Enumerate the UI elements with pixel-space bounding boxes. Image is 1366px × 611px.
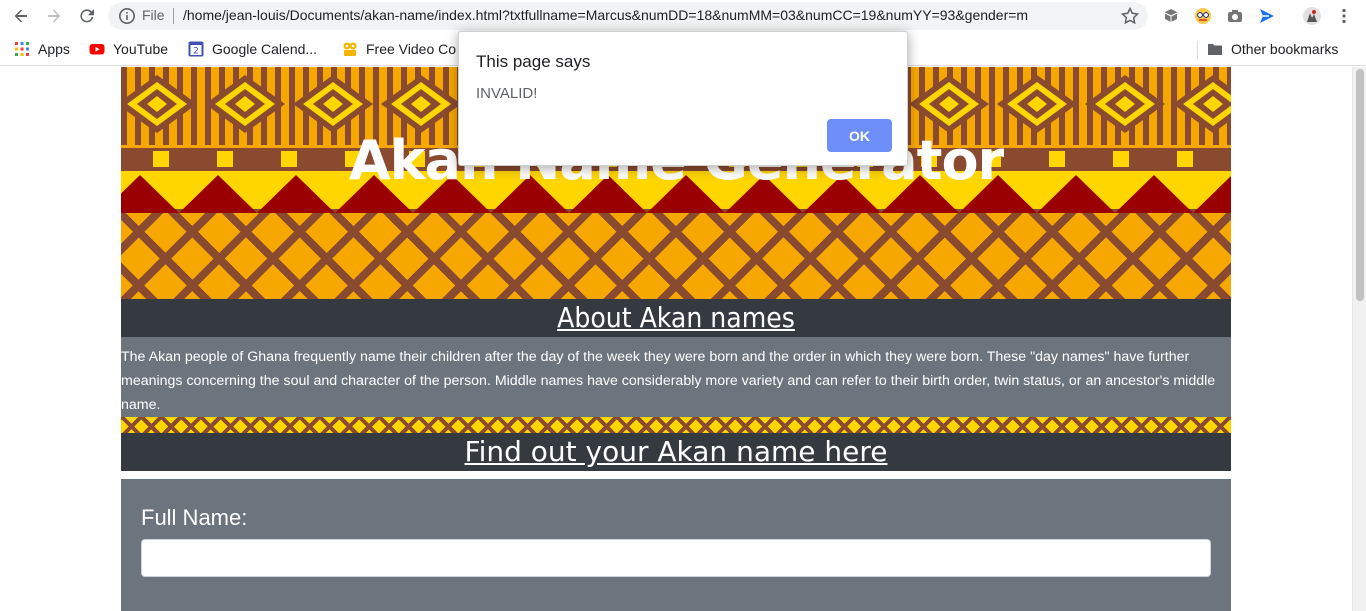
browser-toolbar: File /home/jean-louis/Documents/akan-nam… <box>0 0 1366 32</box>
star-icon[interactable] <box>1120 6 1140 26</box>
bookmarks-divider <box>1197 41 1198 59</box>
url-text[interactable]: /home/jean-louis/Documents/akan-name/ind… <box>183 7 1028 23</box>
bookmark-label: Apps <box>38 41 70 57</box>
about-heading-bar: About Akan names <box>121 299 1231 337</box>
akan-name-form: Full Name: <box>121 479 1231 611</box>
about-section: The Akan people of Ghana frequently name… <box>121 337 1231 417</box>
bookmark-label: Free Video Co <box>366 41 457 57</box>
back-button[interactable] <box>10 5 32 27</box>
dialog-title: This page says <box>476 52 591 71</box>
menu-kebab-icon[interactable] <box>1334 6 1354 26</box>
page-scrollbar[interactable] <box>1352 67 1366 611</box>
info-icon[interactable] <box>118 7 136 25</box>
bookmark-google-calendar[interactable]: 2 Google Calend... <box>188 40 317 58</box>
kente-stripe <box>121 417 1231 433</box>
bookmark-free-video[interactable]: Free Video Co <box>342 40 456 58</box>
reload-icon <box>80 9 94 23</box>
apps-grid-icon <box>15 42 29 56</box>
bookmark-label: YouTube <box>113 41 169 57</box>
extension-face-icon[interactable] <box>1193 6 1213 26</box>
svg-text:2: 2 <box>193 47 199 57</box>
other-bookmarks[interactable]: Other bookmarks <box>1207 40 1338 58</box>
alert-dialog: This page says INVALID! OK <box>458 31 908 166</box>
extension-cube-icon[interactable] <box>1161 6 1181 26</box>
fullname-input[interactable] <box>141 539 1211 577</box>
google-calendar-icon: 2 <box>188 41 204 57</box>
bookmark-label: Google Calend... <box>212 41 318 57</box>
bookmark-apps[interactable]: Apps <box>14 40 70 58</box>
profile-avatar-icon[interactable] <box>1302 6 1322 26</box>
find-heading: Find out your Akan name here <box>464 435 888 468</box>
dialog-message: INVALID! <box>476 85 538 102</box>
reload-button[interactable] <box>76 5 98 27</box>
folder-icon <box>1208 44 1222 55</box>
camera-icon[interactable] <box>1225 6 1245 26</box>
arrow-right-icon <box>48 9 61 23</box>
other-bookmarks-label: Other bookmarks <box>1231 41 1339 57</box>
send-arrow-icon[interactable] <box>1257 6 1277 26</box>
find-heading-bar: Find out your Akan name here <box>121 433 1231 471</box>
omnibox-divider <box>173 8 174 24</box>
kente-band-bottom <box>121 213 1231 299</box>
address-bar[interactable]: File /home/jean-louis/Documents/akan-nam… <box>108 2 1148 30</box>
arrow-left-icon <box>14 9 27 23</box>
ok-button[interactable]: OK <box>827 119 892 152</box>
forward-button[interactable] <box>43 5 65 27</box>
bookmark-youtube[interactable]: YouTube <box>89 40 168 58</box>
video-converter-icon <box>343 42 357 56</box>
about-paragraph: The Akan people of Ghana frequently name… <box>121 349 1216 413</box>
about-heading: About Akan names <box>557 301 795 334</box>
scheme-label: File <box>142 7 165 23</box>
fullname-label: Full Name: <box>141 505 248 530</box>
scrollbar-thumb[interactable] <box>1356 69 1364 301</box>
youtube-icon <box>89 44 105 55</box>
